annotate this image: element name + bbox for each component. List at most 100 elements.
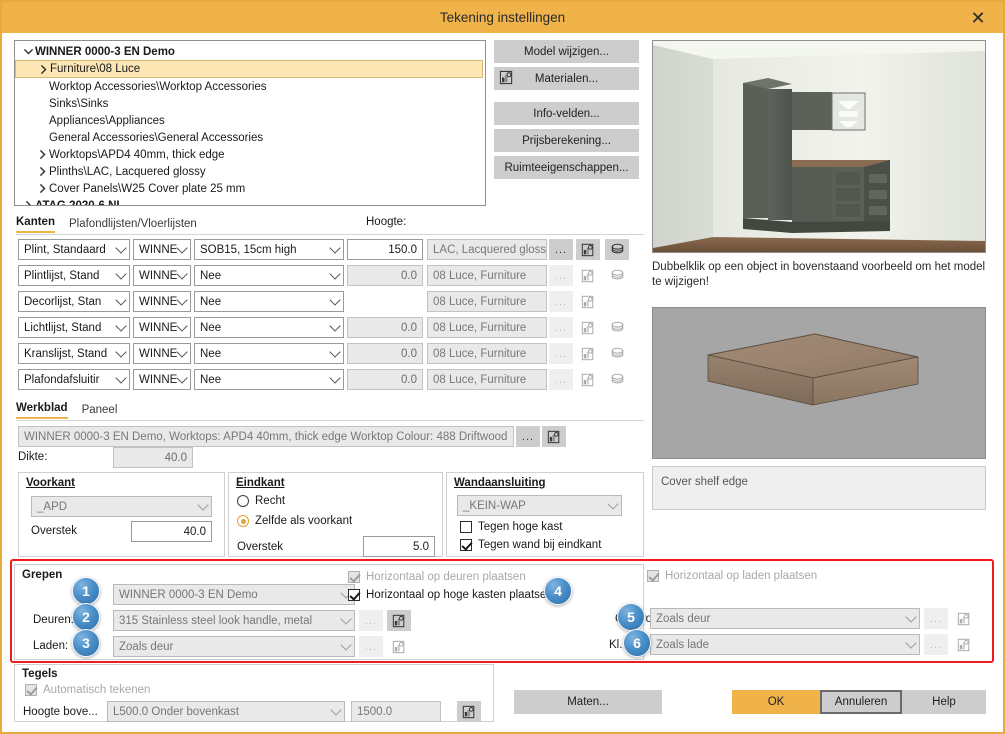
worktop-material-icon-button[interactable]	[542, 426, 566, 447]
hor-hoge-kasten-row[interactable]: Horizontaal op hoge kasten plaatsen	[348, 589, 553, 601]
hor-hoge-kasten-checkbox[interactable]	[348, 589, 360, 601]
materialen-button[interactable]: Materialen...	[494, 67, 639, 90]
detail-preview[interactable]	[652, 307, 986, 459]
tegen-wand-checkbox[interactable]	[460, 539, 472, 551]
edge-type-select-2[interactable]: Decorlijst, Stan	[18, 291, 130, 312]
room-preview[interactable]	[652, 40, 986, 253]
edge-stack-icon-button-1[interactable]	[605, 265, 629, 286]
edge-variant-select-5[interactable]: Nee	[194, 369, 344, 390]
grepen-glasfronten-browse-button[interactable]: ...	[924, 608, 948, 629]
worktop-browse-button[interactable]: ...	[516, 426, 540, 447]
maten-button[interactable]: Maten...	[514, 690, 662, 714]
hor-deuren-row[interactable]: Horizontaal op deuren plaatsen	[348, 571, 526, 583]
hor-deuren-checkbox[interactable]	[348, 571, 360, 583]
grepen-kl-laden-browse-button[interactable]: ...	[924, 634, 948, 655]
edge-brand-select-3[interactable]: WINNE	[133, 317, 191, 338]
tegels-material-icon-button[interactable]	[457, 701, 481, 722]
chevron-right-icon[interactable]	[36, 64, 50, 75]
tree-node[interactable]: Appliances\Appliances	[15, 112, 485, 129]
hor-laden-checkbox[interactable]	[647, 570, 659, 582]
wandaansluiting-profile-select[interactable]: _KEIN-WAP	[457, 495, 622, 516]
info-velden-button[interactable]: Info-velden...	[494, 102, 639, 125]
tree-node[interactable]: Worktop Accessories\Worktop Accessories	[15, 78, 485, 95]
tree-node[interactable]: WINNER 0000-3 EN Demo	[15, 43, 485, 60]
automatisch-tekenen-row[interactable]: Automatisch tekenen	[25, 684, 150, 696]
chevron-right-icon[interactable]	[35, 183, 49, 194]
edge-type-select-3[interactable]: Lichtlijst, Stand	[18, 317, 130, 338]
tree-node[interactable]: Furniture\08 Luce	[15, 60, 483, 78]
edge-material-icon-button-3[interactable]	[576, 317, 600, 338]
ok-button[interactable]: OK	[732, 690, 820, 714]
automatisch-tekenen-checkbox[interactable]	[25, 684, 37, 696]
grepen-laden-select[interactable]: Zoals deur	[113, 636, 355, 657]
tegen-hoge-kast-row[interactable]: Tegen hoge kast	[460, 521, 562, 533]
edge-type-select-1[interactable]: Plintlijst, Stand	[18, 265, 130, 286]
edge-stack-icon-button-0[interactable]	[605, 239, 629, 260]
grepen-deuren-material-icon-button[interactable]	[387, 610, 411, 631]
chevron-down-icon[interactable]	[21, 46, 35, 57]
edge-variant-select-3[interactable]: Nee	[194, 317, 344, 338]
edge-material-icon-button-0[interactable]	[576, 239, 600, 260]
tree-node[interactable]: Worktops\APD4 40mm, thick edge	[15, 146, 485, 163]
edge-brand-select-4[interactable]: WINNE	[133, 343, 191, 364]
edge-browse-button-4[interactable]: ...	[549, 343, 573, 364]
edge-brand-select-0[interactable]: WINNE	[133, 239, 191, 260]
chevron-right-icon[interactable]	[35, 166, 49, 177]
ruimteeigenschappen-button[interactable]: Ruimteeigenschappen...	[494, 156, 639, 179]
annuleren-button[interactable]: Annuleren	[820, 690, 902, 714]
catalog-tree[interactable]: WINNER 0000-3 EN DemoFurniture\08 LuceWo…	[14, 40, 486, 206]
edge-material-icon-button-5[interactable]	[576, 369, 600, 390]
edge-brand-select-1[interactable]: WINNE	[133, 265, 191, 286]
prijsberekening-button[interactable]: Prijsberekening...	[494, 129, 639, 152]
edge-stack-icon-button-5[interactable]	[605, 369, 629, 390]
edge-browse-button-1[interactable]: ...	[549, 265, 573, 286]
grepen-laden-material-icon-button[interactable]	[387, 636, 411, 657]
edge-type-select-4[interactable]: Kranslijst, Stand	[18, 343, 130, 364]
edge-brand-select-5[interactable]: WINNE	[133, 369, 191, 390]
edge-variant-select-2[interactable]: Nee	[194, 291, 344, 312]
grepen-glasfronten-material-icon-button[interactable]	[952, 608, 976, 629]
grepen-glasfronten-select[interactable]: Zoals deur	[650, 608, 920, 629]
hor-laden-row[interactable]: Horizontaal op laden plaatsen	[647, 570, 817, 582]
edge-type-select-0[interactable]: Plint, Standaard	[18, 239, 130, 260]
grepen-kl-laden-material-icon-button[interactable]	[952, 634, 976, 655]
eindkant-overstek-value[interactable]: 5.0	[363, 536, 435, 557]
edge-stack-icon-button-4[interactable]	[605, 343, 629, 364]
tegels-hoogte-select[interactable]: L500.0 Onder bovenkast	[107, 701, 345, 722]
edge-material-icon-button-1[interactable]	[576, 265, 600, 286]
tree-node[interactable]: Cover Panels\W25 Cover plate 25 mm	[15, 180, 485, 197]
tree-node[interactable]: General Accessories\General Accessories	[15, 129, 485, 146]
edge-browse-button-5[interactable]: ...	[549, 369, 573, 390]
eindkant-zelfde-radio-row[interactable]: Zelfde als voorkant	[237, 515, 352, 527]
edge-height-0[interactable]: 150.0	[347, 239, 423, 260]
edge-type-select-5[interactable]: Plafondafsluitir	[18, 369, 130, 390]
edge-material-icon-button-2[interactable]	[576, 291, 600, 312]
grepen-laden-browse-button[interactable]: ...	[359, 636, 383, 657]
chevron-right-icon[interactable]	[21, 200, 35, 206]
tab-plafondlijsten[interactable]: Plafondlijsten/Vloerlijsten	[69, 218, 197, 233]
tree-node[interactable]: ATAG 2020-6 NL	[15, 197, 485, 206]
tegen-wand-row[interactable]: Tegen wand bij eindkant	[460, 539, 601, 551]
eindkant-recht-radio[interactable]	[237, 495, 249, 507]
tab-kanten[interactable]: Kanten	[16, 216, 55, 233]
edge-variant-select-0[interactable]: SOB15, 15cm high	[194, 239, 344, 260]
edge-variant-select-4[interactable]: Nee	[194, 343, 344, 364]
model-wijzigen-button[interactable]: Model wijzigen...	[494, 40, 639, 63]
edge-material-icon-button-4[interactable]	[576, 343, 600, 364]
edge-browse-button-2[interactable]: ...	[549, 291, 573, 312]
eindkant-recht-radio-row[interactable]: Recht	[237, 495, 285, 507]
edge-variant-select-1[interactable]: Nee	[194, 265, 344, 286]
edge-browse-button-0[interactable]: ...	[549, 239, 573, 260]
chevron-right-icon[interactable]	[35, 149, 49, 160]
edge-brand-select-2[interactable]: WINNE	[133, 291, 191, 312]
tab-paneel[interactable]: Paneel	[82, 404, 118, 419]
tree-node[interactable]: Plinths\LAC, Lacquered glossy	[15, 163, 485, 180]
edge-browse-button-3[interactable]: ...	[549, 317, 573, 338]
close-icon[interactable]: ✕	[963, 2, 993, 33]
grepen-deuren-select[interactable]: 315 Stainless steel look handle, metal	[113, 610, 355, 631]
help-button[interactable]: Help	[902, 690, 986, 714]
tegen-hoge-kast-checkbox[interactable]	[460, 521, 472, 533]
grepen-collection-select[interactable]: WINNER 0000-3 EN Demo	[113, 584, 355, 605]
eindkant-zelfde-radio[interactable]	[237, 515, 249, 527]
grepen-kl-laden-select[interactable]: Zoals lade	[650, 634, 920, 655]
